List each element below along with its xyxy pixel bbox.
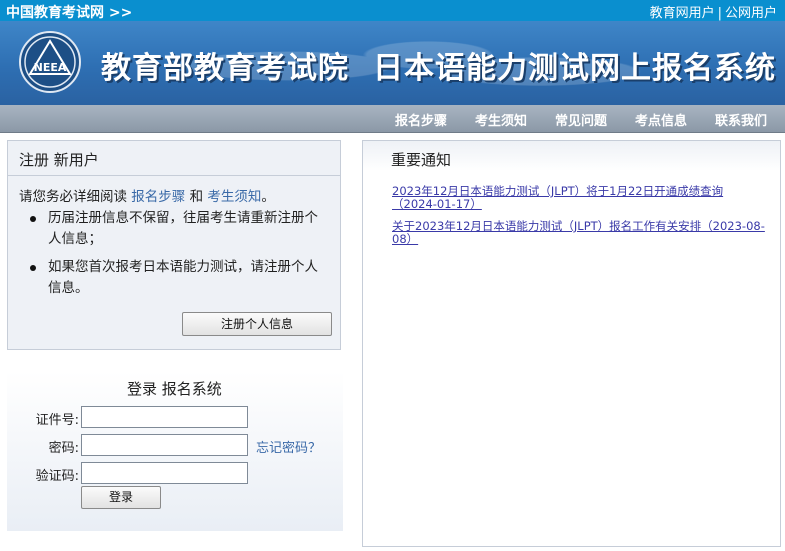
header-banner: NEEA 教育部教育考试院 日本语能力测试网上报名系统 (0, 21, 785, 105)
notices-title: 重要通知 (391, 151, 452, 169)
register-divider (8, 175, 340, 176)
banner-org-name: 教育部教育考试院 (101, 51, 349, 86)
nav-registration-steps[interactable]: 报名步骤 (395, 110, 447, 129)
nav-candidate-notice[interactable]: 考生须知 (475, 110, 527, 129)
nav-contact-us[interactable]: 联系我们 (715, 110, 767, 129)
site-home-link[interactable]: 中国教育考试网 >> (6, 2, 132, 22)
id-number-label: 证件号: (35, 413, 79, 428)
bullet-text: 如果您首次报考日本语能力测试，请注册个人信息。 (48, 259, 318, 296)
public-network-user-link[interactable]: 公网用户 (725, 6, 777, 21)
banner-system-name: 日本语能力测试网上报名系统 (373, 51, 776, 86)
candidate-notice-link[interactable]: 考生须知 (207, 189, 261, 205)
login-button[interactable]: 登录 (81, 486, 161, 509)
register-title: 注册 新用户 (19, 151, 99, 169)
password-input[interactable] (81, 434, 248, 456)
register-button[interactable]: 注册个人信息 (182, 312, 332, 336)
logo-text: NEEA (34, 61, 67, 74)
edu-network-user-link[interactable]: 教育网用户 (650, 6, 715, 21)
bullet-dot-icon (30, 265, 36, 271)
nav-test-centers[interactable]: 考点信息 (635, 110, 687, 129)
intro-suffix: 。 (261, 189, 275, 205)
captcha-input[interactable] (81, 462, 248, 484)
register-intro: 请您务必详细阅读 报名步骤 和 考生须知。 (19, 185, 275, 205)
register-bullet-1: 历届注册信息不保留，往届考生请重新注册个人信息； (30, 208, 330, 250)
registration-steps-link[interactable]: 报名步骤 (131, 189, 185, 205)
notices-panel: 重要通知 2023年12月日本语能力测试（JLPT）将于1月22日开通成绩查询（… (362, 140, 781, 547)
captcha-label: 验证码: (35, 469, 79, 484)
forgot-password-link[interactable]: 忘记密码？ (256, 437, 321, 456)
top-links: 教育网用户 | 公网用户 (650, 2, 777, 21)
register-bullet-2: 如果您首次报考日本语能力测试，请注册个人信息。 (30, 257, 330, 299)
main-nav: 报名步骤 考生须知 常见问题 考点信息 联系我们 (0, 105, 785, 133)
notices-header: 重要通知 (363, 141, 780, 171)
banner-title: 教育部教育考试院 日本语能力测试网上报名系统 (101, 43, 776, 87)
bullet-text: 历届注册信息不保留，往届考生请重新注册个人信息； (48, 210, 318, 247)
register-panel: 注册 新用户 请您务必详细阅读 报名步骤 和 考生须知。 历届注册信息不保留，往… (7, 140, 341, 350)
intro-prefix: 请您务必详细阅读 (19, 189, 132, 205)
nav-faq[interactable]: 常见问题 (555, 110, 607, 129)
neea-logo-icon: NEEA (19, 31, 81, 93)
login-panel: 登录 报名系统 证件号: 密码: 忘记密码？ 验证码: 登录 (7, 371, 343, 531)
bullet-dot-icon (30, 216, 36, 222)
login-title: 登录 报名系统 (127, 380, 222, 398)
notice-item[interactable]: 2023年12月日本语能力测试（JLPT）将于1月22日开通成绩查询（2024-… (392, 185, 768, 211)
password-label: 密码: (48, 441, 79, 456)
notice-item[interactable]: 关于2023年12月日本语能力测试（JLPT）报名工作有关安排（2023-08-… (392, 220, 768, 246)
intro-and: 和 (185, 189, 208, 205)
top-link-separator: | (717, 6, 722, 21)
top-bar: 中国教育考试网 >> 教育网用户 | 公网用户 (0, 0, 785, 21)
id-number-input[interactable] (81, 406, 248, 428)
